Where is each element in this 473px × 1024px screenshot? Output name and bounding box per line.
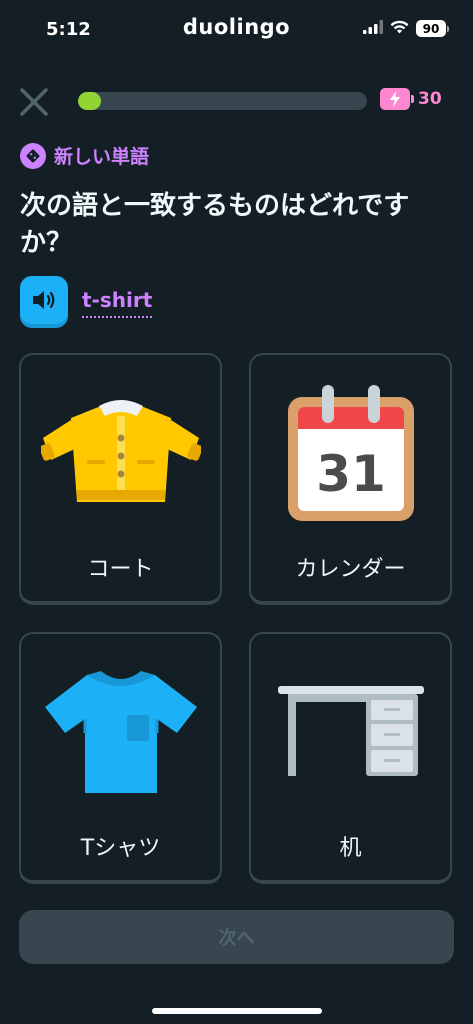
question-title: 次の語と一致するものはどれですか？ (20, 191, 410, 258)
signal-icon (363, 19, 383, 38)
option-card-coat[interactable]: コート (19, 353, 222, 605)
option-card-desk[interactable]: 机 (249, 632, 452, 884)
option-label: カレンダー (295, 557, 406, 582)
option-card-calendar[interactable]: 31 カレンダー (249, 353, 452, 605)
battery-level: 90 (416, 20, 446, 37)
option-label: 机 (339, 836, 362, 861)
option-card-tshirt[interactable]: Tシャツ (19, 632, 222, 884)
calendar-day: 31 (316, 445, 386, 503)
close-button[interactable] (18, 86, 50, 118)
status-icons: 90 (363, 19, 449, 38)
option-label: コート (87, 557, 154, 582)
desk-icon (251, 662, 450, 802)
battery-icon: 90 (416, 20, 449, 37)
prompt-word[interactable]: t-shirt (82, 288, 153, 318)
status-bar: 5:12 duolingo 90 (0, 0, 473, 60)
energy-battery-icon (380, 88, 414, 110)
audio-play-button[interactable] (20, 276, 68, 324)
tshirt-icon (21, 662, 220, 802)
new-word-label: 新しい単語 (54, 146, 150, 168)
coat-icon (21, 383, 220, 523)
new-word-tag: 新しい単語 (20, 142, 149, 169)
home-indicator[interactable] (152, 1008, 322, 1014)
energy-indicator[interactable]: 30 (380, 88, 442, 110)
lesson-progress-bar (78, 92, 367, 110)
new-word-icon (20, 142, 46, 169)
calendar-icon: 31 (251, 383, 450, 523)
wifi-icon (390, 19, 409, 38)
close-icon (20, 88, 48, 116)
option-label: Tシャツ (80, 836, 161, 861)
next-button[interactable]: 次へ (19, 910, 454, 964)
lesson-progress-fill (78, 92, 102, 110)
energy-count: 30 (418, 89, 442, 109)
speaker-icon (33, 291, 55, 309)
